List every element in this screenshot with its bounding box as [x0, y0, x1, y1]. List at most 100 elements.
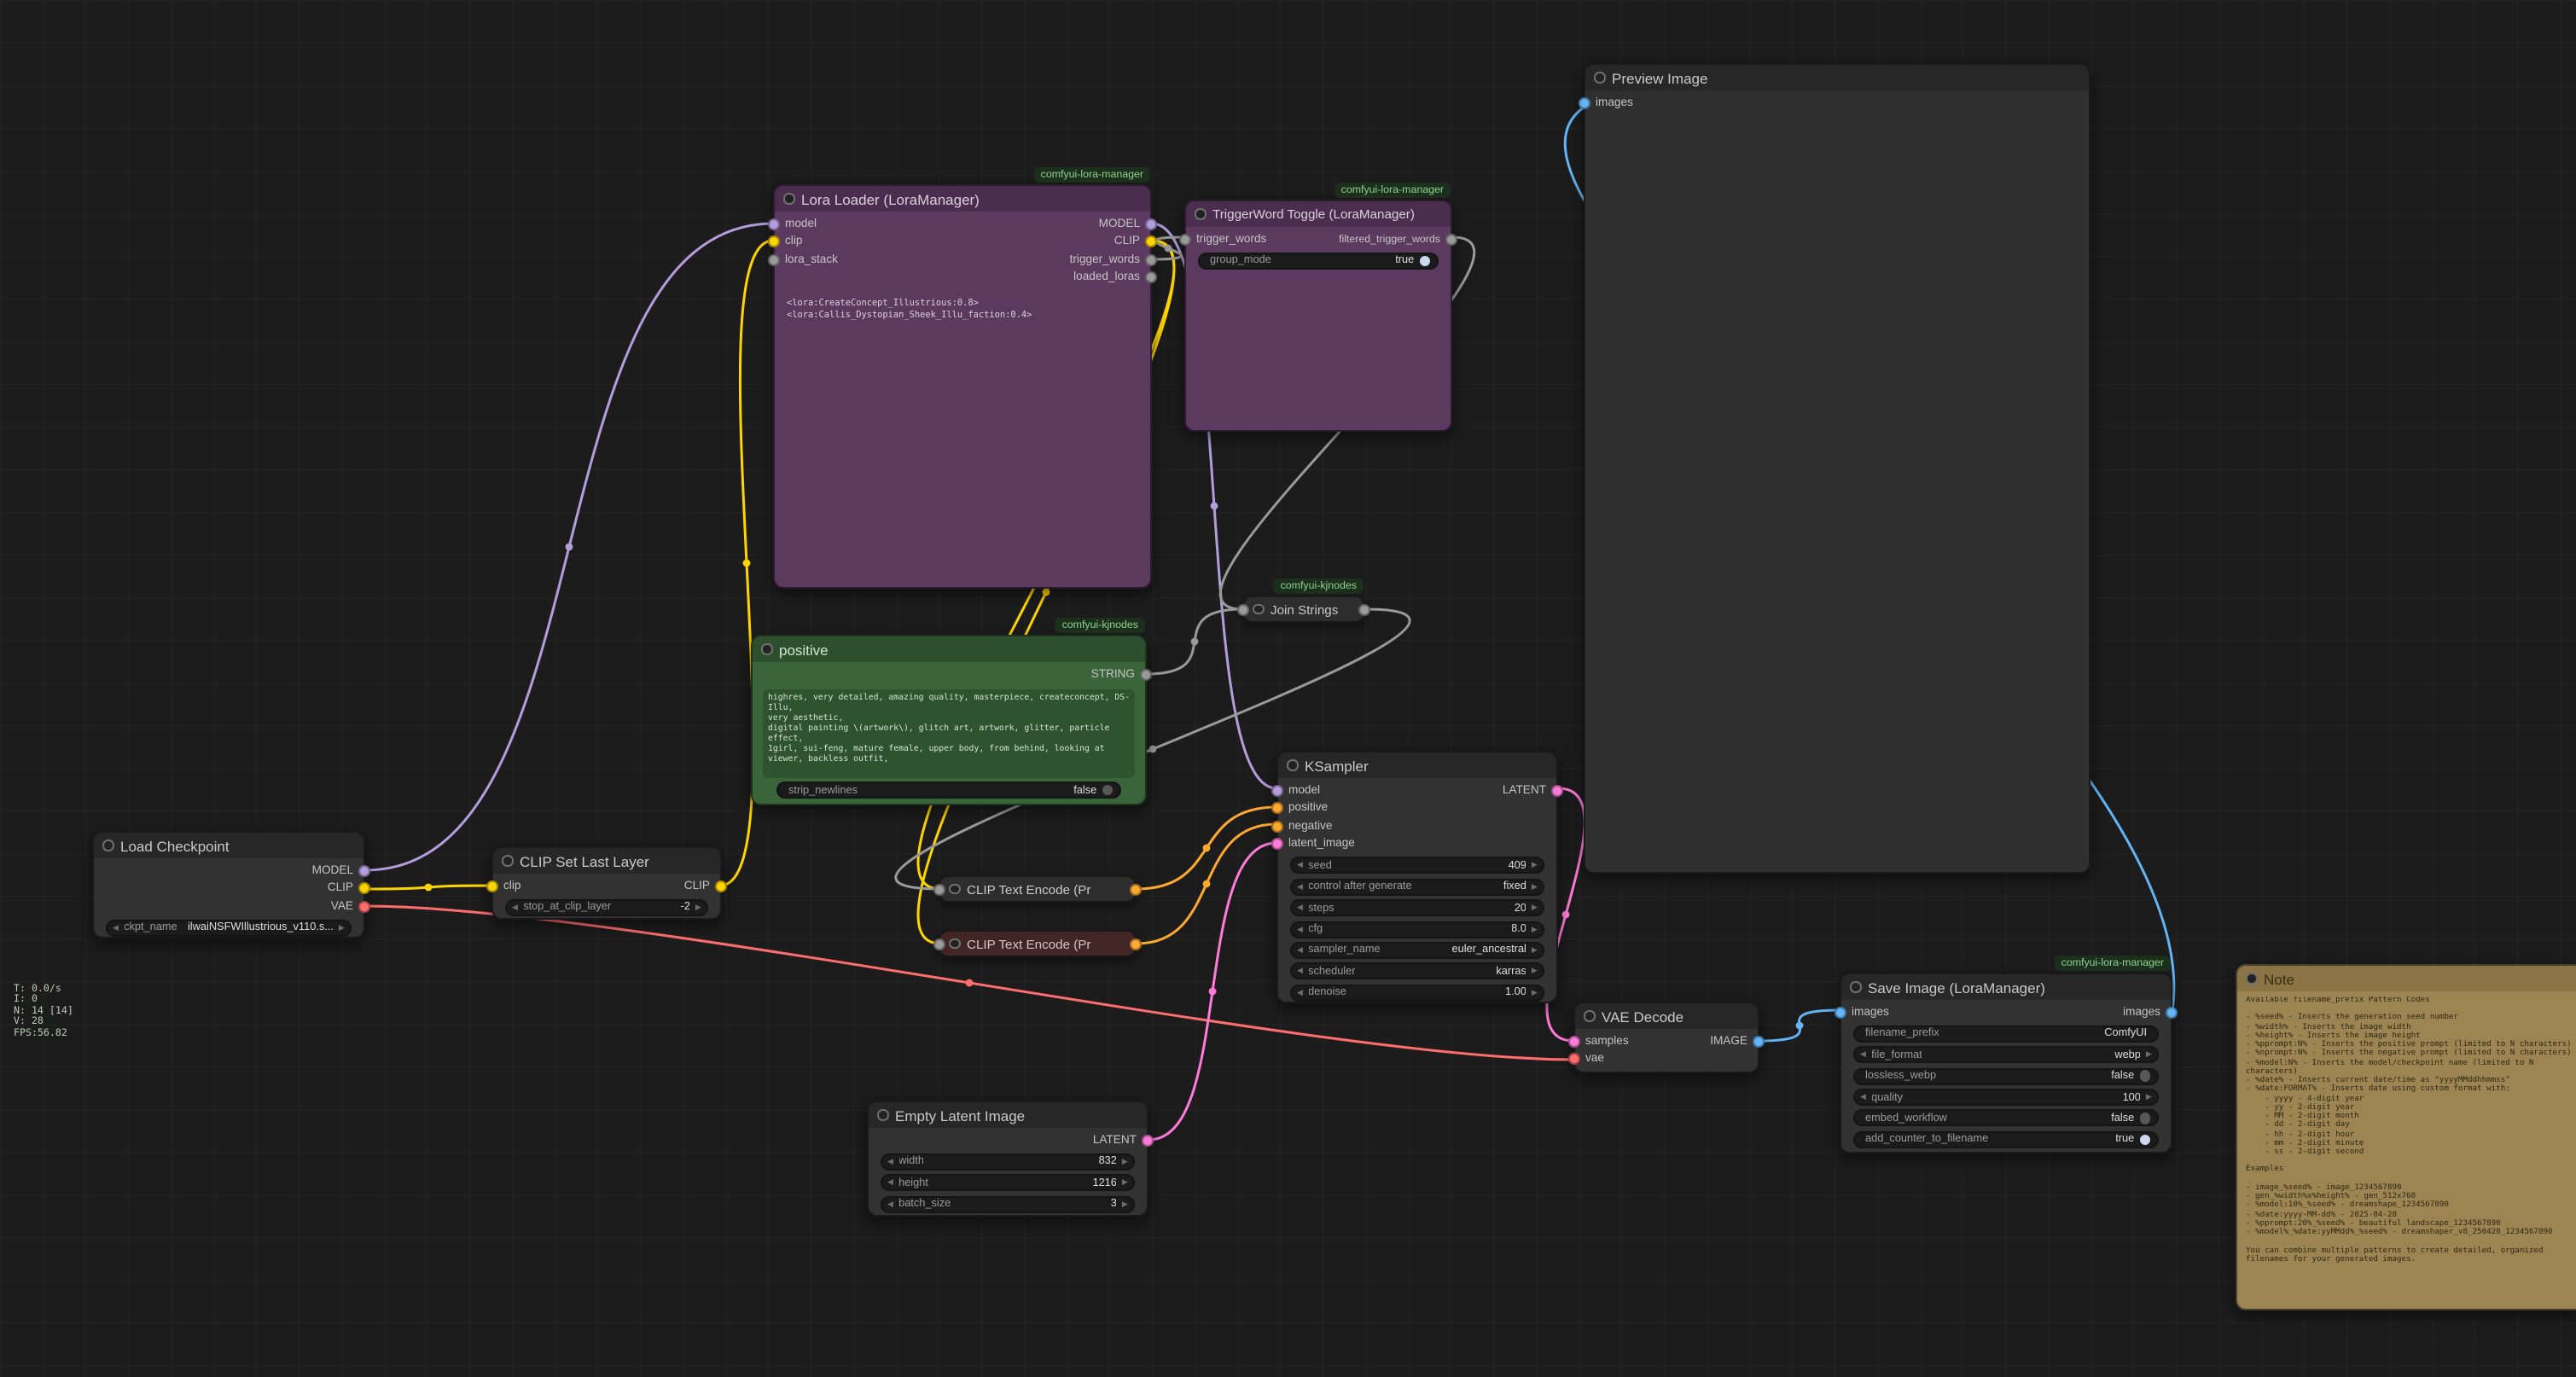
latent-port-dot[interactable]	[1568, 1036, 1580, 1048]
link-midpoint-dot[interactable]	[1165, 245, 1172, 253]
link-midpoint-dot[interactable]	[743, 560, 751, 567]
string-port-dot[interactable]	[1179, 234, 1191, 246]
steps-widget[interactable]: ◀ steps 20 ▶	[1290, 899, 1544, 916]
conditioning-port-dot[interactable]	[1271, 821, 1283, 833]
collapse-dot-icon[interactable]	[1287, 760, 1298, 771]
stepper-right-arrow-icon[interactable]: ▶	[1122, 1157, 1128, 1167]
stop-at-clip-layer-widget[interactable]: ◀ stop_at_clip_layer -2 ▶	[505, 899, 708, 916]
input-vae[interactable]: vae	[1575, 1050, 1629, 1068]
combo-left-arrow-icon[interactable]: ◀	[1297, 967, 1303, 977]
output-clip[interactable]: CLIP	[684, 877, 720, 895]
collapse-dot-icon[interactable]	[1584, 1011, 1595, 1022]
input-latent-image[interactable]: latent_image	[1278, 835, 1355, 853]
output-latent[interactable]: LATENT	[1093, 1131, 1147, 1149]
widget-value[interactable]: 1.00	[1505, 986, 1526, 998]
height-widget[interactable]: ◀ height 1216 ▶	[881, 1175, 1135, 1192]
ckpt-name-widget[interactable]: ◀ ckpt_name ilwaiNSFWIllustrious_v110.s.…	[106, 920, 352, 937]
string-port-dot[interactable]	[1445, 234, 1457, 246]
collapsed-input-dot[interactable]	[1237, 604, 1249, 616]
stepper-right-arrow-icon[interactable]: ▶	[1532, 861, 1538, 871]
node-empty-latent-image[interactable]: Empty Latent Image LATENT ◀ width 832 ▶ …	[867, 1101, 1148, 1217]
strip-newlines-toggle[interactable]: strip_newlines false	[776, 781, 1121, 799]
collapse-dot-icon[interactable]	[2246, 973, 2257, 985]
stepper-left-arrow-icon[interactable]: ◀	[1297, 903, 1303, 913]
stepper-left-arrow-icon[interactable]: ◀	[1297, 987, 1303, 997]
node-titlebar[interactable]: positive	[753, 636, 1145, 662]
input-trigger-words[interactable]: trigger_words	[1186, 230, 1266, 248]
input-model[interactable]: model	[1278, 781, 1355, 799]
toggle-knob-icon[interactable]	[2139, 1113, 2150, 1124]
node-titlebar[interactable]: VAE Decode	[1575, 1003, 1758, 1029]
output-vae[interactable]: VAE	[331, 898, 363, 915]
node-titlebar[interactable]: Lora Loader (LoraManager)	[775, 186, 1150, 212]
prompt-text-widget[interactable]: highres, very detailed, amazing quality,…	[763, 689, 1135, 778]
node-ksampler[interactable]: KSampler model positive negative latent_…	[1276, 751, 1558, 1003]
node-titlebar[interactable]: Empty Latent Image	[869, 1102, 1147, 1128]
widget-value[interactable]: ComfyUI	[2104, 1028, 2147, 1040]
collapse-dot-icon[interactable]	[1195, 209, 1206, 220]
stepper-right-arrow-icon[interactable]: ▶	[1122, 1178, 1128, 1188]
denoise-widget[interactable]: ◀ denoise 1.00 ▶	[1290, 984, 1544, 1001]
clip-port-dot[interactable]	[715, 880, 727, 892]
widget-value[interactable]: webp	[2114, 1049, 2141, 1061]
stepper-left-arrow-icon[interactable]: ◀	[887, 1157, 893, 1167]
collapsed-input-dot[interactable]	[933, 938, 945, 950]
stepper-right-arrow-icon[interactable]: ▶	[1532, 987, 1538, 997]
combo-left-arrow-icon[interactable]: ◀	[113, 923, 119, 933]
image-port-dot[interactable]	[2166, 1007, 2178, 1019]
input-images[interactable]: images	[1841, 1003, 1889, 1021]
output-images[interactable]: images	[2123, 1003, 2171, 1021]
latent-port-dot[interactable]	[1551, 785, 1563, 797]
image-port-dot[interactable]	[1753, 1036, 1765, 1048]
node-save-image[interactable]: comfyui-lora-manager Save Image (LoraMan…	[1840, 973, 2172, 1153]
collapse-dot-icon[interactable]	[1253, 604, 1264, 615]
node-preview-image[interactable]: Preview Image images	[1584, 63, 2090, 874]
string-port-dot[interactable]	[1145, 254, 1157, 266]
output-trigger-words[interactable]: trigger_words	[1070, 251, 1150, 269]
node-note[interactable]: Note Available filename_prefix Pattern C…	[2236, 964, 2576, 1310]
node-join-strings[interactable]: comfyui-kjnodes Join Strings	[1242, 596, 1365, 623]
combo-left-arrow-icon[interactable]: ◀	[1860, 1050, 1866, 1060]
link-midpoint-dot[interactable]	[1562, 911, 1570, 919]
node-titlebar[interactable]: Save Image (LoraManager)	[1841, 974, 2171, 1000]
collapsed-output-dot[interactable]	[1358, 604, 1370, 616]
node-triggerword-toggle[interactable]: comfyui-lora-manager TriggerWord Toggle …	[1184, 200, 1452, 432]
widget-value[interactable]: karras	[1496, 966, 1526, 978]
collapse-dot-icon[interactable]	[502, 856, 513, 867]
output-latent[interactable]: LATENT	[1503, 781, 1556, 799]
widget-value[interactable]: 409	[1509, 860, 1526, 872]
link-midpoint-dot[interactable]	[1149, 746, 1157, 753]
stepper-right-arrow-icon[interactable]: ▶	[1122, 1199, 1128, 1209]
input-positive[interactable]: positive	[1278, 799, 1355, 817]
node-titlebar[interactable]: CLIP Set Last Layer	[493, 848, 720, 874]
widget-value[interactable]: fixed	[1503, 881, 1526, 893]
node-titlebar[interactable]: Load Checkpoint	[94, 833, 363, 858]
add-counter-to-filename-toggle[interactable]: add_counter_to_filename true	[1853, 1131, 2159, 1148]
sampler-name-widget[interactable]: ◀ sampler_name euler_ancestral ▶	[1290, 942, 1544, 959]
model-port-dot[interactable]	[358, 865, 370, 877]
collapsed-output-dot[interactable]	[1130, 938, 1142, 950]
node-load-checkpoint[interactable]: Load Checkpoint MODEL CLIP VAE ◀ ckpt_na…	[92, 831, 365, 938]
lora-stack-port-dot[interactable]	[768, 254, 780, 266]
output-clip[interactable]: CLIP	[328, 880, 363, 898]
vae-port-dot[interactable]	[1568, 1054, 1580, 1066]
embed-workflow-toggle[interactable]: embed_workflow false	[1853, 1110, 2159, 1127]
collapse-dot-icon[interactable]	[877, 1110, 888, 1121]
combo-left-arrow-icon[interactable]: ◀	[1297, 945, 1303, 956]
input-clip[interactable]: clip	[775, 233, 838, 251]
lora-text-widget[interactable]: <lora:CreateConcept_Illustrious:0.8> <lo…	[787, 299, 1138, 573]
link-midpoint-dot[interactable]	[566, 543, 573, 551]
combo-right-arrow-icon[interactable]: ▶	[1532, 967, 1538, 977]
model-port-dot[interactable]	[768, 218, 780, 230]
combo-right-arrow-icon[interactable]: ▶	[1532, 882, 1538, 892]
toggle-knob-icon[interactable]	[2139, 1134, 2150, 1145]
toggle-knob-icon[interactable]	[1419, 255, 1430, 266]
link-midpoint-dot[interactable]	[1191, 638, 1199, 646]
clip-port-dot[interactable]	[486, 880, 498, 892]
vae-port-dot[interactable]	[358, 901, 370, 913]
conditioning-port-dot[interactable]	[1271, 803, 1283, 815]
widget-value[interactable]: euler_ancestral	[1452, 944, 1526, 956]
file-format-widget[interactable]: ◀ file_format webp ▶	[1853, 1047, 2159, 1064]
output-model[interactable]: MODEL	[1099, 215, 1150, 233]
link-midpoint-dot[interactable]	[1209, 988, 1217, 996]
